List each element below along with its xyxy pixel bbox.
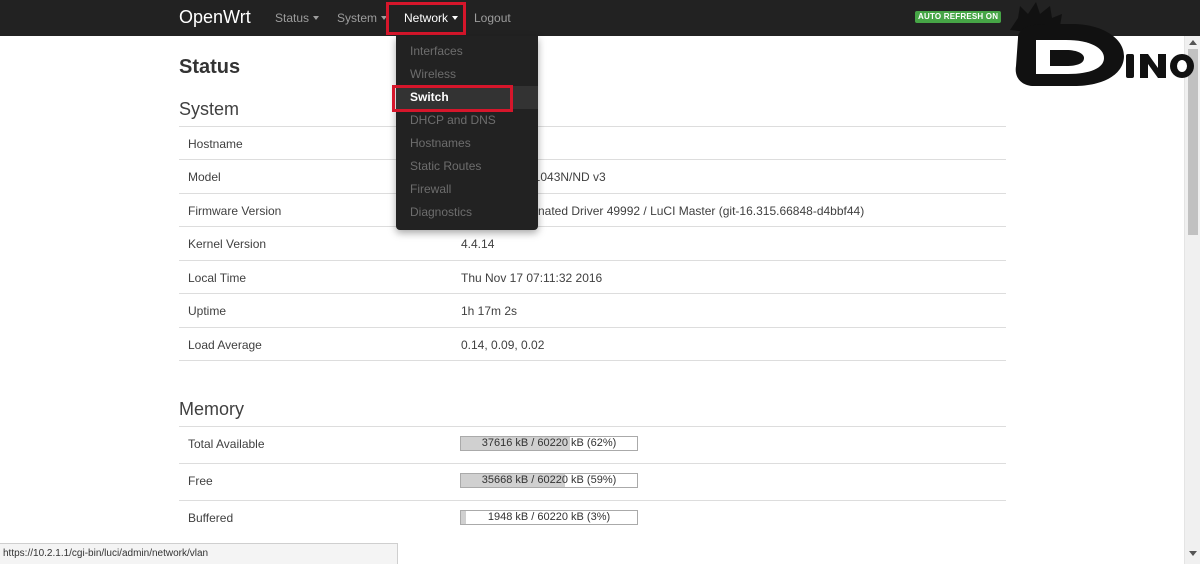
dino-watermark-logo (1010, 2, 1194, 86)
nav-status-label: Status (275, 11, 310, 25)
menu-item-firewall[interactable]: Firewall (396, 178, 538, 201)
link-status-bar: https://10.2.1.1/cgi-bin/luci/admin/netw… (0, 543, 398, 564)
menu-item-dhcp-dns[interactable]: DHCP and DNS (396, 109, 538, 132)
row-value: 0.14, 0.09, 0.02 (461, 338, 545, 352)
network-dropdown-menu: Interfaces Wireless Switch DHCP and DNS … (396, 36, 538, 230)
table-row: Kernel Version 4.4.14 (179, 226, 1006, 260)
table-row: Free 35668 kB / 60220 kB (59%) (179, 463, 1006, 500)
menu-item-hostnames[interactable]: Hostnames (396, 132, 538, 155)
row-value: 4.4.14 (461, 237, 495, 251)
nav-system-menu[interactable]: System (337, 11, 388, 25)
menu-item-interfaces[interactable]: Interfaces (396, 40, 538, 63)
row-label: Buffered (188, 511, 234, 525)
nav-status-menu[interactable]: Status (275, 11, 320, 25)
table-row: Total Available 37616 kB / 60220 kB (62%… (179, 426, 1006, 463)
progress-text: 1948 kB / 60220 kB (3%) (487, 511, 611, 523)
memory-progress-bar: 37616 kB / 60220 kB (62%) (460, 436, 638, 451)
row-label: Local Time (188, 271, 247, 285)
progress-text: 37616 kB / 60220 kB (62%) (481, 437, 617, 449)
page-scrollbar[interactable] (1184, 36, 1200, 564)
row-label: Uptime (188, 304, 227, 318)
table-row: Load Average 0.14, 0.09, 0.02 (179, 327, 1006, 361)
table-row: Firmware Version nated Driver 49992 / Lu… (179, 193, 1006, 227)
system-section-title: System (179, 99, 240, 119)
row-value: 1h 17m 2s (461, 304, 518, 318)
menu-item-wireless[interactable]: Wireless (396, 63, 538, 86)
row-label: Total Available (188, 437, 265, 451)
network-highlight-box (386, 2, 466, 35)
switch-highlight-box (392, 85, 513, 112)
table-row: Model 21043N/ND v3 (179, 159, 1006, 193)
scroll-down-icon[interactable] (1189, 551, 1197, 556)
nav-system-label: System (337, 11, 378, 25)
row-label: Hostname (188, 137, 243, 151)
row-value: nated Driver 49992 / LuCI Master (git-16… (538, 204, 865, 218)
table-row: Uptime 1h 17m 2s (179, 293, 1006, 327)
table-row: Buffered 1948 kB / 60220 kB (3%) (179, 500, 1006, 537)
nav-logout-link[interactable]: Logout (474, 11, 511, 25)
menu-item-static-routes[interactable]: Static Routes (396, 155, 538, 178)
row-label: Model (188, 170, 221, 184)
menu-item-diagnostics[interactable]: Diagnostics (396, 201, 538, 224)
memory-progress-bar: 35668 kB / 60220 kB (59%) (460, 473, 638, 488)
table-row: Local Time Thu Nov 17 07:11:32 2016 (179, 260, 1006, 294)
brand-logo[interactable]: OpenWrt (179, 7, 251, 28)
progress-text: 35668 kB / 60220 kB (59%) (481, 474, 617, 486)
row-value: 21043N/ND v3 (527, 170, 606, 184)
memory-section-title: Memory (179, 399, 245, 419)
table-row: Hostname (179, 126, 1006, 160)
row-label: Load Average (188, 338, 262, 352)
row-value: Thu Nov 17 07:11:32 2016 (461, 271, 603, 285)
row-label: Firmware Version (188, 204, 282, 218)
page-title: Status (179, 56, 241, 78)
memory-progress-bar: 1948 kB / 60220 kB (3%) (460, 510, 638, 525)
chevron-down-icon (313, 16, 320, 20)
row-label: Kernel Version (188, 237, 267, 251)
auto-refresh-badge[interactable]: AUTO REFRESH ON (915, 11, 1002, 23)
row-label: Free (188, 474, 213, 488)
